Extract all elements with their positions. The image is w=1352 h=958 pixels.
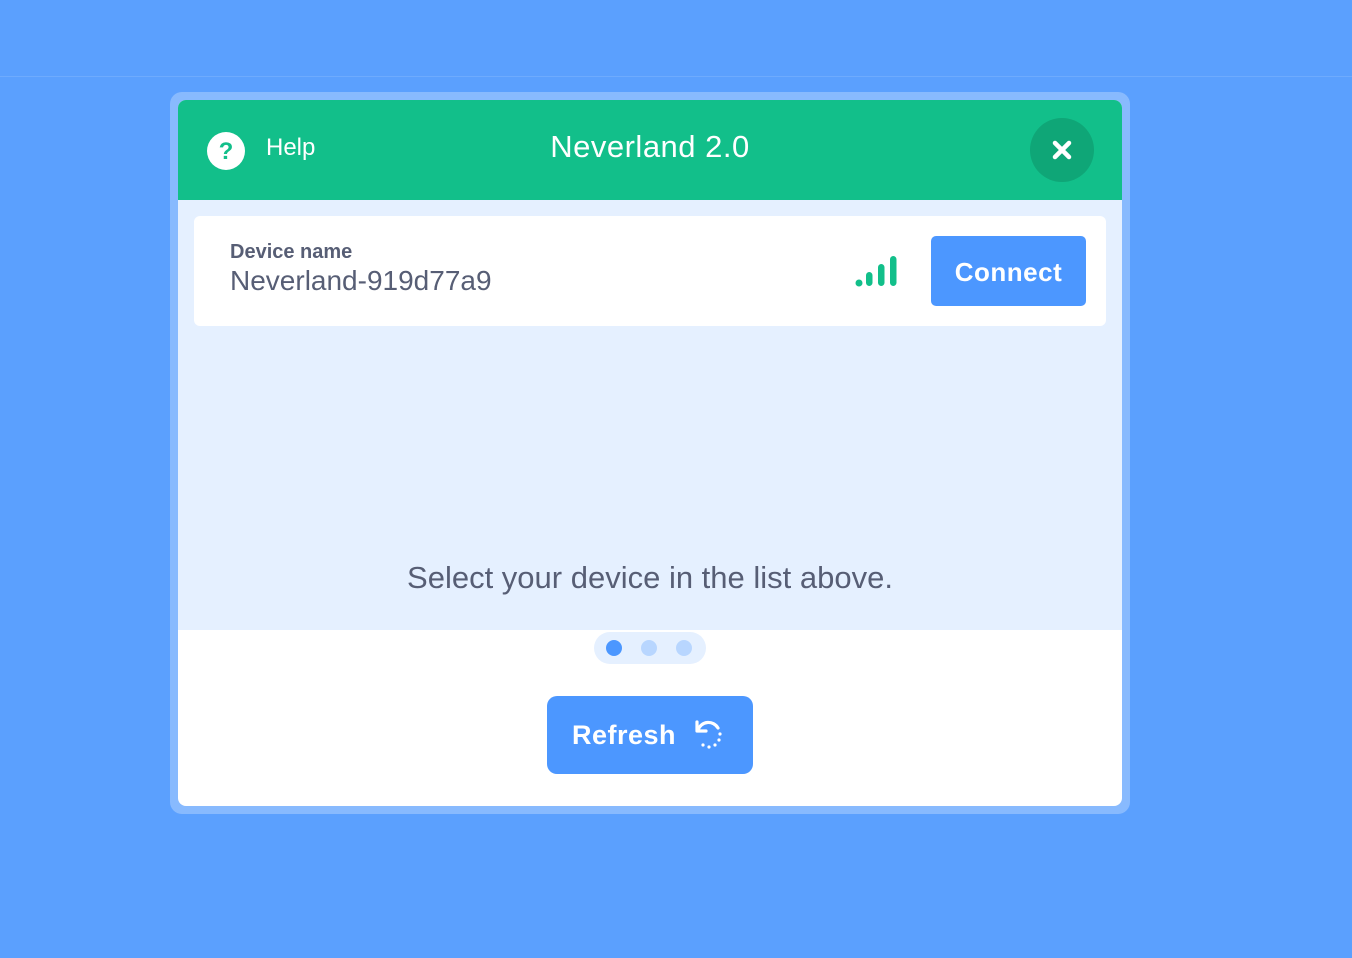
question-icon[interactable]: ? (207, 132, 245, 170)
connect-button[interactable]: Connect (931, 236, 1086, 306)
step-indicator (594, 632, 706, 664)
step-dot (676, 640, 692, 656)
step-dot (641, 640, 657, 656)
device-list-item: Device name Neverland-919d77a9 Connect (194, 216, 1106, 326)
background-divider (0, 76, 1352, 77)
refresh-icon (695, 720, 722, 749)
close-button[interactable] (1030, 118, 1094, 182)
svg-text:?: ? (219, 138, 234, 165)
instruction-text: Select your device in the list above. (407, 560, 893, 595)
close-icon (1052, 140, 1072, 160)
connection-modal: ? Help Neverland 2.0 Device name Neverla… (178, 100, 1122, 806)
help-link[interactable]: Help (266, 133, 315, 163)
device-name-value: Neverland-919d77a9 (230, 265, 492, 296)
refresh-button[interactable]: Refresh (547, 696, 753, 774)
refresh-label: Refresh (572, 720, 677, 750)
signal-strength-icon (855, 256, 897, 287)
device-name-label: Device name (230, 241, 353, 263)
step-dot-active (606, 640, 622, 656)
modal-title: Neverland 2.0 (550, 129, 750, 164)
modal-header: ? Help Neverland 2.0 (178, 100, 1122, 200)
